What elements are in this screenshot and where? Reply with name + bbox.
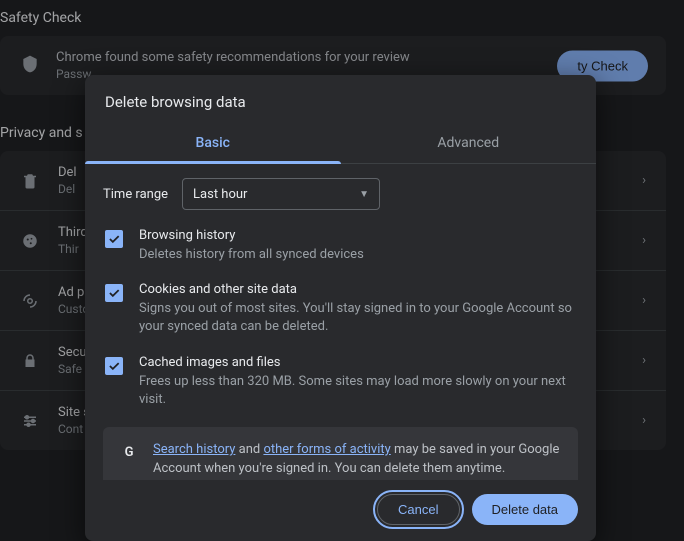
time-range-label: Time range xyxy=(103,187,168,202)
checkbox-browsing-history[interactable] xyxy=(105,230,123,248)
option-browsing-history: Browsing history Deletes history from al… xyxy=(103,228,578,264)
dialog-tabs: Basic Advanced xyxy=(85,125,596,164)
google-account-info: G Search history and other forms of acti… xyxy=(103,427,578,480)
checkbox-cookies[interactable] xyxy=(105,284,123,302)
dialog-body[interactable]: Time range Last hour ▼ Browsing history … xyxy=(85,164,596,480)
option-heading: Browsing history xyxy=(139,228,576,243)
cancel-button[interactable]: Cancel xyxy=(377,494,459,525)
tab-basic[interactable]: Basic xyxy=(85,125,341,163)
time-range-value: Last hour xyxy=(193,187,247,202)
option-cookies: Cookies and other site data Signs you ou… xyxy=(103,282,578,336)
link-search-history[interactable]: Search history xyxy=(153,442,235,457)
delete-browsing-data-dialog: Delete browsing data Basic Advanced Time… xyxy=(85,75,596,541)
dialog-title: Delete browsing data xyxy=(85,75,596,125)
option-heading: Cached images and files xyxy=(139,355,576,370)
info-text: Search history and other forms of activi… xyxy=(153,441,562,479)
checkbox-cached[interactable] xyxy=(105,357,123,375)
option-heading: Cookies and other site data xyxy=(139,282,576,297)
link-other-activity[interactable]: other forms of activity xyxy=(263,442,390,457)
dialog-actions: Cancel Delete data xyxy=(85,480,596,541)
tab-advanced[interactable]: Advanced xyxy=(341,125,597,163)
delete-data-button[interactable]: Delete data xyxy=(472,494,579,525)
option-cached: Cached images and files Frees up less th… xyxy=(103,355,578,409)
option-desc: Signs you out of most sites. You'll stay… xyxy=(139,300,576,336)
google-icon: G xyxy=(119,443,139,463)
option-desc: Deletes history from all synced devices xyxy=(139,246,576,264)
option-desc: Frees up less than 320 MB. Some sites ma… xyxy=(139,373,576,409)
time-range-select[interactable]: Last hour ▼ xyxy=(182,178,380,210)
chevron-down-icon: ▼ xyxy=(359,189,369,200)
